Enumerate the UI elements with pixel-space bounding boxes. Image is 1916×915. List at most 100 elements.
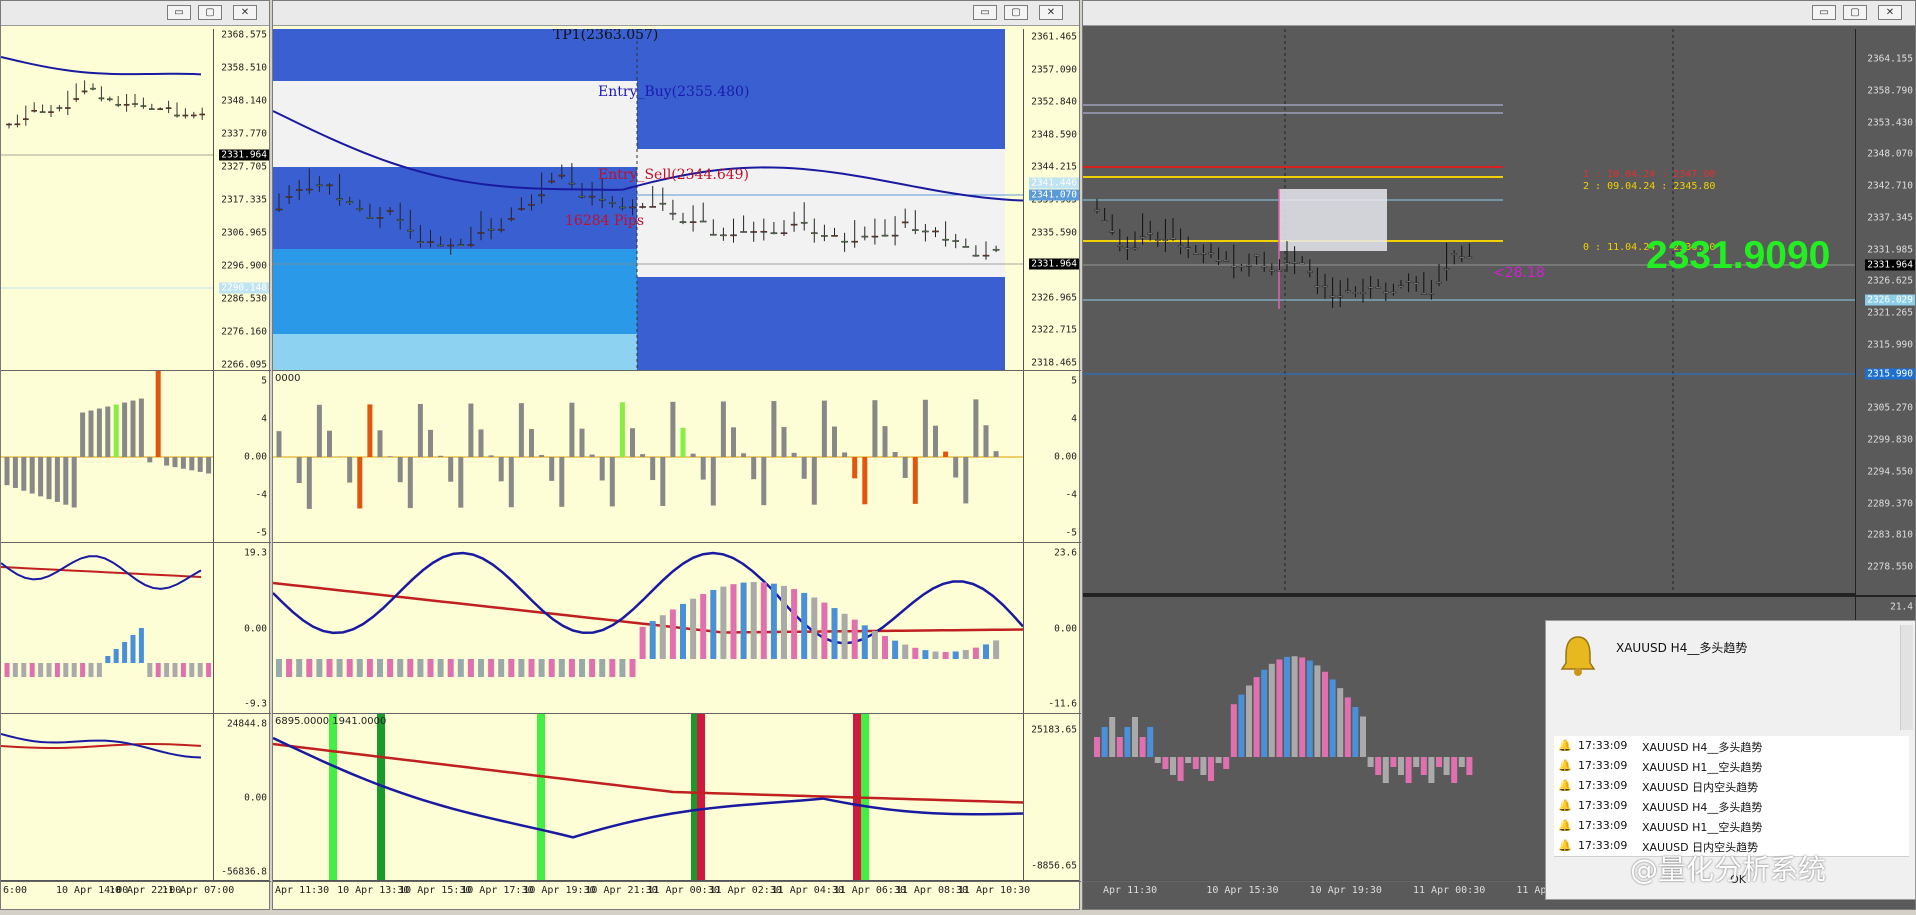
alert-row[interactable]: 🔔 17:33:09 XAUUSD H1__空头趋势 bbox=[1554, 816, 1909, 837]
left-volume-axis: 24844.8 0.00 -56836.8 bbox=[213, 714, 271, 881]
zone-band bbox=[637, 277, 1005, 370]
alert-row[interactable]: 🔔 17:33:09 XAUUSD H4__多头趋势 bbox=[1554, 736, 1909, 757]
alert-row[interactable]: 🔔 17:33:09 XAUUSD H1__空头趋势 bbox=[1554, 756, 1909, 777]
date-tick-label: Apr 11:30 bbox=[275, 885, 330, 896]
close-button[interactable]: ✕ bbox=[233, 5, 257, 20]
candle-body bbox=[1200, 253, 1207, 255]
histogram-bar bbox=[1268, 663, 1275, 757]
axis-tick-label: 2299.830 bbox=[1867, 434, 1913, 446]
candle-body bbox=[1215, 260, 1222, 262]
histogram-bar bbox=[750, 582, 757, 659]
histogram-bar bbox=[397, 659, 404, 677]
histogram-bar bbox=[690, 453, 696, 457]
middle-histogram-label: 0000 bbox=[275, 373, 301, 384]
maximize-button[interactable]: ▢ bbox=[198, 5, 222, 20]
axis-tick-label: 2266.095 bbox=[221, 359, 267, 371]
histogram-bar bbox=[357, 457, 363, 509]
histogram-bar bbox=[1306, 660, 1313, 757]
date-tick-label: 10 Apr 19:30 bbox=[1309, 885, 1382, 896]
middle-histogram bbox=[273, 399, 1023, 509]
axis-tick-label: 2335.590 bbox=[1031, 227, 1077, 239]
alert-scrollbar[interactable] bbox=[1900, 625, 1913, 730]
volume-signal-line bbox=[1, 743, 202, 749]
candle-body bbox=[107, 98, 113, 101]
candle-body bbox=[871, 235, 879, 238]
price-difference-label: <28.18 bbox=[1493, 265, 1545, 281]
middle-price-pane[interactable]: TP1(2363.057) Entry_Buy(2355.480) Entry_… bbox=[273, 29, 1081, 371]
middle-price-axis[interactable]: 2361.465 2357.090 2352.840 2348.590 2344.215… bbox=[1023, 29, 1081, 370]
left-price-pane[interactable]: 2368.575 2358.510 2348.140 2337.770 2327.705… bbox=[1, 29, 271, 371]
histogram-bar bbox=[29, 663, 35, 677]
date-tick-label: 11 Apr 07:00 bbox=[162, 885, 235, 896]
histogram-bar bbox=[1147, 727, 1154, 757]
candle-body bbox=[558, 174, 566, 177]
histogram-bar bbox=[639, 626, 646, 659]
alert-time: 17:33:09 bbox=[1578, 739, 1628, 752]
candle-body bbox=[851, 240, 859, 243]
histogram-bar bbox=[1352, 707, 1359, 757]
candle-body bbox=[1314, 285, 1321, 288]
histogram-bar bbox=[428, 429, 433, 457]
histogram-bar bbox=[1253, 677, 1260, 757]
histogram-bar bbox=[197, 457, 203, 472]
signal-column bbox=[537, 714, 545, 881]
right-price-pane[interactable]: 1 : 10.04.24 : 2347.00 2 : 09.04.24 : 23… bbox=[1083, 29, 1916, 597]
candle-body bbox=[699, 220, 707, 223]
alert-row[interactable]: 🔔 17:33:09 XAUUSD 日内空头趋势 bbox=[1554, 776, 1909, 797]
alert-row[interactable]: 🔔 17:33:09 XAUUSD H4__多头趋势 bbox=[1554, 796, 1909, 817]
maximize-button[interactable]: ▢ bbox=[1004, 5, 1028, 20]
histogram-bar bbox=[427, 659, 434, 677]
axis-tick-label: 0.00 bbox=[244, 623, 267, 634]
axis-tick-label: 2337.345 bbox=[1867, 212, 1913, 224]
minimize-button[interactable]: ▭ bbox=[973, 5, 997, 20]
histogram-bar bbox=[458, 457, 464, 508]
histogram-bar bbox=[1413, 757, 1420, 767]
left-price-axis[interactable]: 2368.575 2358.510 2348.140 2337.770 2327.705… bbox=[213, 29, 271, 370]
candle-body bbox=[1420, 293, 1427, 295]
minimize-button[interactable]: ▭ bbox=[1812, 5, 1836, 20]
maximize-button[interactable]: ▢ bbox=[1843, 5, 1867, 20]
histogram-bar bbox=[892, 640, 899, 659]
alert-message: XAUUSD H4__多头趋势 bbox=[1642, 741, 1763, 754]
candle-body bbox=[1094, 209, 1100, 212]
axis-tick-label: 5 bbox=[1071, 375, 1077, 387]
candle-body bbox=[199, 113, 205, 116]
close-button[interactable]: ✕ bbox=[1039, 5, 1063, 20]
candle-body bbox=[1276, 269, 1283, 272]
histogram-bar bbox=[972, 647, 979, 659]
candle-body bbox=[1147, 232, 1153, 235]
left-oscillator-axis: 19.3 0.00 -9.3 bbox=[213, 543, 271, 713]
histogram-bar bbox=[1139, 737, 1146, 757]
level-label-1: 1 : 10.04.24 : 2347.00 bbox=[1583, 169, 1716, 180]
histogram-bar bbox=[963, 457, 969, 504]
axis-tick-label: 2348.070 bbox=[1867, 148, 1913, 160]
axis-tick-label: 19.3 bbox=[244, 547, 267, 559]
histogram-bar bbox=[155, 663, 161, 677]
histogram-bar bbox=[286, 659, 293, 677]
candle-body bbox=[1360, 292, 1366, 294]
candle-body bbox=[1436, 281, 1442, 284]
middle-oscillator-pane: 23.6 0.00 -11.6 bbox=[273, 543, 1081, 714]
histogram-bar bbox=[478, 429, 484, 457]
histogram-bar bbox=[1154, 757, 1161, 763]
histogram-bar bbox=[831, 608, 838, 659]
middle-oscillator bbox=[273, 551, 1023, 677]
candle-body bbox=[1185, 247, 1191, 249]
close-button[interactable]: ✕ bbox=[1878, 5, 1902, 20]
histogram-bar bbox=[296, 457, 302, 483]
alert-message: XAUUSD H1__空头趋势 bbox=[1642, 821, 1763, 834]
candle-body bbox=[1261, 265, 1267, 268]
candle-body bbox=[1170, 237, 1176, 240]
left-volume-pane: 24844.8 0.00 -56836.8 bbox=[1, 714, 271, 882]
axis-tick-label: 0.00 bbox=[1054, 451, 1077, 463]
right-price-axis[interactable]: 2364.155 2358.790 2353.430 2348.070 2342.710… bbox=[1855, 29, 1916, 595]
histogram-bar bbox=[1405, 757, 1412, 783]
candle-body bbox=[285, 196, 293, 198]
histogram-bar bbox=[467, 659, 474, 677]
minimize-button[interactable]: ▭ bbox=[167, 5, 191, 20]
candle-body bbox=[709, 233, 717, 236]
histogram-bar bbox=[569, 402, 575, 457]
histogram-bar bbox=[993, 640, 1000, 659]
histogram-bar bbox=[952, 651, 959, 659]
histogram-bar bbox=[130, 635, 136, 663]
